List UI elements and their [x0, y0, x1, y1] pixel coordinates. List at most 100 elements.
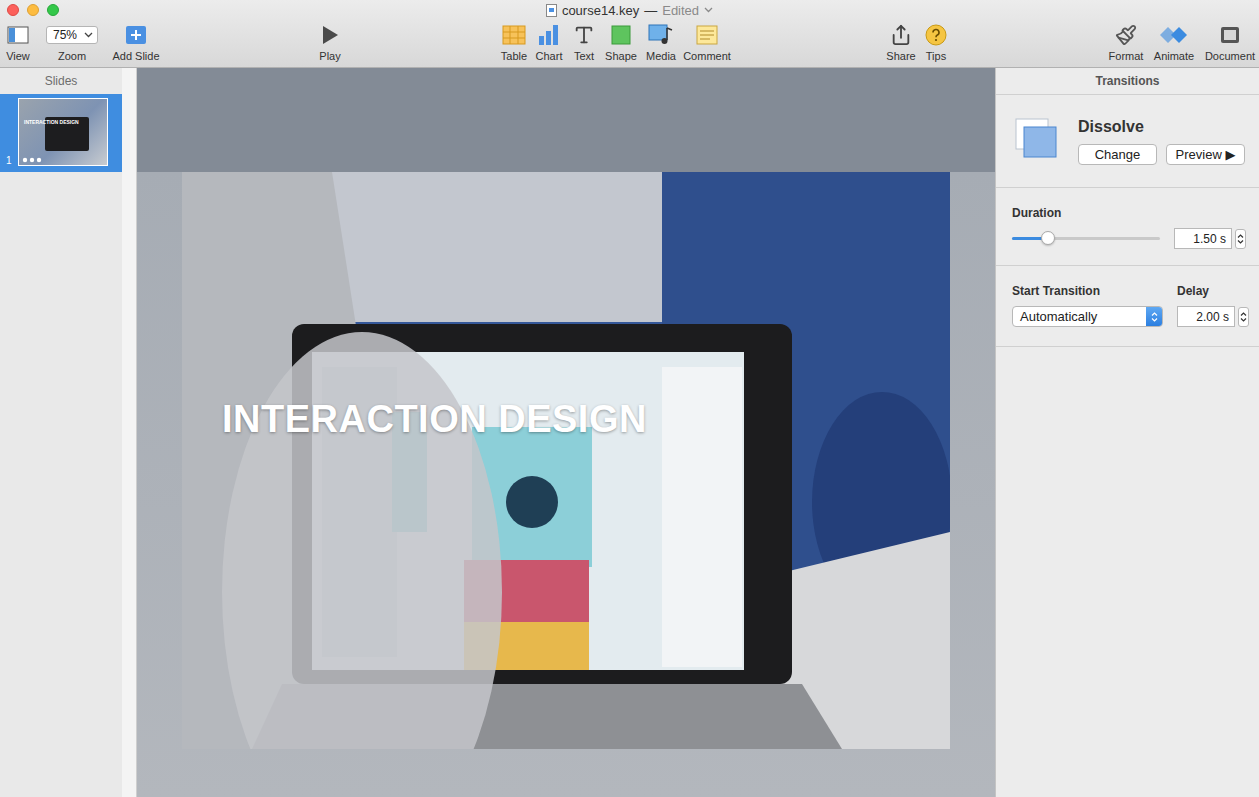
document-button[interactable]: Document [1202, 22, 1258, 62]
play-button[interactable]: Play [315, 22, 345, 62]
toolbar-icon-box [537, 22, 561, 48]
toolbar-icon-box [7, 22, 29, 48]
delay-label: Delay [1177, 284, 1249, 298]
animate-icon [1159, 25, 1189, 45]
chart-button[interactable]: Chart [534, 22, 564, 62]
view-icon [7, 26, 29, 44]
zoom-button[interactable] [47, 4, 59, 16]
delay-column: Delay 2.00 s [1177, 284, 1249, 327]
tips-icon [925, 24, 947, 46]
thumbnail-title: INTERACTION DESIGN [24, 119, 79, 125]
slide-title[interactable]: INTERACTION DESIGN [222, 398, 647, 441]
slide-canvas: INTERACTION DESIGN [137, 68, 995, 797]
navigator-scroll-area [122, 68, 137, 797]
toolbar-icon-box [1159, 22, 1189, 48]
toolbar-label: Tips [926, 50, 946, 62]
toolbar-icon-box [1115, 22, 1137, 48]
slide-thumbnail-row[interactable]: 1 INTERACTION DESIGN [0, 94, 122, 172]
toolbar-label: Animate [1154, 50, 1194, 62]
view-button[interactable]: View [0, 22, 36, 62]
left-toolbar-group: View 75%Zoom Add Slide [0, 22, 164, 62]
duration-row: 1.50 s [1012, 228, 1249, 249]
stepper-icon [1237, 233, 1244, 245]
toolbar-label: Comment [683, 50, 731, 62]
delay-row: 2.00 s [1177, 306, 1249, 327]
select-arrows-icon [1151, 311, 1158, 323]
text-icon [573, 24, 595, 46]
effect-buttons: Change Preview ▶ [1078, 144, 1245, 165]
preview-button[interactable]: Preview ▶ [1166, 144, 1245, 165]
toolbar-icon-box [502, 22, 526, 48]
change-button[interactable]: Change [1078, 144, 1157, 165]
comment-icon [696, 25, 718, 45]
navigator-title: Slides [0, 68, 122, 94]
keynote-file-icon [546, 4, 557, 17]
minimize-button[interactable] [27, 4, 39, 16]
title-bar: course14.key — Edited [0, 0, 1259, 20]
table-icon [502, 25, 526, 45]
toolbar-label: Format [1109, 50, 1144, 62]
slide[interactable]: INTERACTION DESIGN [182, 172, 950, 749]
media-button[interactable]: Media [643, 22, 679, 62]
chart-icon [537, 24, 561, 46]
toolbar-label: Table [501, 50, 527, 62]
window-title: course14.key — Edited [546, 3, 713, 18]
inspector-title: Transitions [996, 68, 1259, 95]
effect-section: Dissolve Change Preview ▶ [996, 95, 1259, 188]
duration-field[interactable]: 1.50 s [1174, 228, 1232, 249]
shape-icon [611, 25, 631, 45]
start-column: Start Transition Automatically [1012, 284, 1163, 327]
toolbar-icon-box [611, 22, 631, 48]
duration-slider[interactable] [1012, 237, 1160, 240]
slide-number: 1 [6, 155, 14, 166]
document-status[interactable]: Edited [662, 3, 699, 18]
effect-name: Dissolve [1078, 117, 1245, 136]
toolbar-icon-box [925, 22, 947, 48]
delay-field[interactable]: 2.00 s [1177, 306, 1235, 327]
keynote-window: course14.key — Edited View 75%Zoom Add Slide P… [0, 0, 1259, 797]
delay-stepper[interactable] [1238, 307, 1249, 327]
transition-dots-icon [22, 157, 44, 163]
toolbar-icon-box [1219, 22, 1241, 48]
center-toolbar-group: Play [315, 22, 345, 62]
shape-button[interactable]: Shape [604, 22, 638, 62]
toolbar-label: View [6, 50, 30, 62]
zoom-control[interactable]: 75%Zoom [44, 22, 100, 62]
share-button[interactable]: Share [886, 22, 916, 62]
duration-section: Duration1.50 s [996, 188, 1259, 266]
add-slide-button[interactable]: Add Slide [108, 22, 164, 62]
media-icon [648, 24, 674, 46]
main-area: Slides 1 INTERACTION DESIGN INTERACTION DES… [0, 68, 1259, 797]
document-icon [1219, 25, 1241, 45]
share-toolbar-group: Share Tips [886, 22, 951, 62]
toolbar-label: Shape [605, 50, 637, 62]
toolbar-label: Play [319, 50, 340, 62]
toolbar-label: Add Slide [112, 50, 159, 62]
chevron-icon [704, 7, 713, 13]
duration-stepper[interactable] [1235, 229, 1246, 249]
stepper-icon [1240, 311, 1247, 323]
zoom-dropdown[interactable]: 75% [46, 26, 98, 44]
comment-button[interactable]: Comment [684, 22, 730, 62]
slider-thumb[interactable] [1041, 231, 1055, 245]
toolbar-label: Text [574, 50, 594, 62]
title-separator: — [644, 3, 657, 18]
start-transition-select[interactable]: Automatically [1012, 306, 1163, 327]
toolbar-icon-box [648, 22, 674, 48]
toolbar-icon-box [890, 22, 912, 48]
document-name: course14.key [562, 3, 639, 18]
toolbar: View 75%Zoom Add Slide Play Table Chart Text Sh… [0, 20, 1259, 67]
slide-navigator: Slides 1 INTERACTION DESIGN [0, 68, 122, 797]
table-button[interactable]: Table [499, 22, 529, 62]
window-header: course14.key — Edited View 75%Zoom Add Slide P… [0, 0, 1259, 68]
slide-thumbnail[interactable]: INTERACTION DESIGN [18, 98, 108, 166]
format-button[interactable]: Format [1106, 22, 1146, 62]
start-transition-label: Start Transition [1012, 284, 1163, 298]
insert-toolbar-group: Table Chart Text Shape Media Comment [499, 22, 730, 62]
text-button[interactable]: Text [569, 22, 599, 62]
dissolve-icon [1014, 117, 1058, 161]
close-button[interactable] [7, 4, 19, 16]
tips-button[interactable]: Tips [921, 22, 951, 62]
animate-button[interactable]: Animate [1151, 22, 1197, 62]
slide-photo [182, 172, 950, 749]
